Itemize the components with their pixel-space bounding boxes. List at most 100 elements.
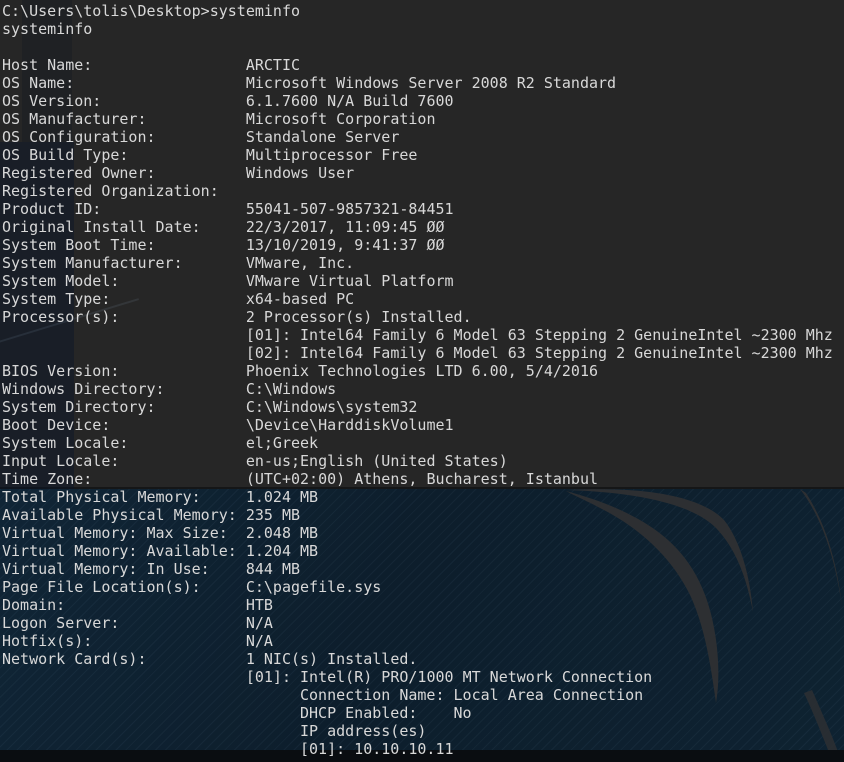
field-value: N/A: [245, 632, 273, 650]
field-label: Input Locale:: [2, 452, 120, 470]
field-label: System Locale:: [2, 434, 129, 452]
field-value: 22/3/2017, 11:09:45 ØØ: [245, 218, 445, 236]
field-value: 844 MB: [245, 560, 301, 578]
field-value: N/A: [245, 614, 273, 632]
field-label: System Model:: [2, 272, 120, 290]
field-value: Windows User: [245, 164, 355, 182]
field-label: System Manufacturer:: [2, 254, 183, 272]
field-label: Virtual Memory: Max Size:: [2, 524, 228, 542]
terminal-screen[interactable]: C:\Users\tolis\Desktop>systeminfo system…: [0, 0, 844, 762]
terminal-line: Virtual Memory: Max Size: 2.048 MB: [2, 524, 844, 542]
terminal-line: [01]: Intel64 Family 6 Model 63 Stepping…: [2, 326, 844, 344]
field-label: System Directory:: [2, 398, 156, 416]
field-label: OS Configuration:: [2, 128, 156, 146]
field-value: 1 NIC(s) Installed.: [245, 650, 418, 668]
field-label: OS Manufacturer:: [2, 110, 147, 128]
terminal-line: System Model: VMware Virtual Platform: [2, 272, 844, 290]
field-label: Registered Organization:: [2, 182, 219, 200]
terminal-line: Processor(s): 2 Processor(s) Installed.: [2, 308, 844, 326]
field-value: \Device\HarddiskVolume1: [245, 416, 454, 434]
terminal-line: Hotfix(s): N/A: [2, 632, 844, 650]
terminal-line: [01]: 10.10.10.11: [2, 740, 844, 758]
nic-detail: Connection Name: Local Area Connection: [300, 686, 644, 704]
field-value: VMware Virtual Platform: [245, 272, 454, 290]
terminal-line: Domain: HTB: [2, 596, 844, 614]
nic-detail: DHCP Enabled: No: [300, 704, 472, 722]
field-label: BIOS Version:: [2, 362, 120, 380]
terminal-line: System Manufacturer: VMware, Inc.: [2, 254, 844, 272]
field-value: Standalone Server: [245, 128, 400, 146]
command-echo-text: systeminfo: [2, 20, 93, 38]
field-label: Original Install Date:: [2, 218, 201, 236]
field-label: Windows Directory:: [2, 380, 165, 398]
terminal-line: [01]: Intel(R) PRO/1000 MT Network Conne…: [2, 668, 844, 686]
field-label: OS Version:: [2, 92, 102, 110]
field-value: Multiprocessor Free: [245, 146, 418, 164]
field-label: System Boot Time:: [2, 236, 156, 254]
field-value: C:\Windows: [245, 380, 337, 398]
field-value: 2.048 MB: [245, 524, 319, 542]
terminal-line: Virtual Memory: Available: 1.204 MB: [2, 542, 844, 560]
field-label: Host Name:: [2, 56, 93, 74]
terminal-line: OS Name: Microsoft Windows Server 2008 R2…: [2, 74, 844, 92]
field-label: OS Build Type:: [2, 146, 129, 164]
nic-entry: [01]: Intel(R) PRO/1000 MT Network Conne…: [245, 668, 653, 686]
terminal-line: systeminfo: [2, 20, 844, 38]
field-label: Virtual Memory: Available:: [2, 542, 237, 560]
terminal-line: C:\Users\tolis\Desktop>systeminfo: [2, 2, 844, 20]
field-label: Available Physical Memory:: [2, 506, 237, 524]
field-label: Boot Device:: [2, 416, 111, 434]
terminal-line: Virtual Memory: In Use: 844 MB: [2, 560, 844, 578]
field-label: Registered Owner:: [2, 164, 156, 182]
field-value: en-us;English (United States): [245, 452, 508, 470]
field-value: HTB: [245, 596, 273, 614]
nic-detail: [01]: 10.10.10.11: [300, 740, 454, 758]
terminal-line: Input Locale: en-us;English (United State…: [2, 452, 844, 470]
terminal-line: Connection Name: Local Area Connection: [2, 686, 844, 704]
terminal-line: Host Name: ARCTIC: [2, 56, 844, 74]
field-value: Microsoft Corporation: [245, 110, 436, 128]
terminal-line: BIOS Version: Phoenix Technologies LTD 6.…: [2, 362, 844, 380]
terminal-line: System Locale: el;Greek: [2, 434, 844, 452]
terminal-line: Windows Directory: C:\Windows: [2, 380, 844, 398]
field-value: ARCTIC: [245, 56, 301, 74]
command-prompt-text: C:\Users\tolis\Desktop>systeminfo: [2, 2, 301, 20]
terminal-line: Page File Location(s): C:\pagefile.sys: [2, 578, 844, 596]
terminal-line: System Boot Time: 13/10/2019, 9:41:37 ØØ: [2, 236, 844, 254]
field-value: 235 MB: [245, 506, 301, 524]
field-label: OS Name:: [2, 74, 75, 92]
field-value: 13/10/2019, 9:41:37 ØØ: [245, 236, 445, 254]
field-label: Product ID:: [2, 200, 102, 218]
field-label: Total Physical Memory:: [2, 488, 201, 506]
field-value: Phoenix Technologies LTD 6.00, 5/4/2016: [245, 362, 599, 380]
terminal-line: OS Version: 6.1.7600 N/A Build 7600: [2, 92, 844, 110]
field-label: Page File Location(s):: [2, 578, 201, 596]
field-label: Hotfix(s):: [2, 632, 93, 650]
field-label: Network Card(s):: [2, 650, 147, 668]
field-value: C:\pagefile.sys: [245, 578, 382, 596]
field-value: VMware, Inc.: [245, 254, 355, 272]
field-label: Virtual Memory: In Use:: [2, 560, 210, 578]
terminal-line: System Type: x64-based PC: [2, 290, 844, 308]
terminal-line: Network Card(s): 1 NIC(s) Installed.: [2, 650, 844, 668]
terminal-line: OS Configuration: Standalone Server: [2, 128, 844, 146]
terminal-output: C:\Users\tolis\Desktop>systeminfo system…: [2, 2, 844, 758]
processor-entry: [02]: Intel64 Family 6 Model 63 Stepping…: [245, 344, 833, 362]
terminal-line: Logon Server: N/A: [2, 614, 844, 632]
field-value: 55041-507-9857321-84451: [245, 200, 454, 218]
terminal-line: IP address(es): [2, 722, 844, 740]
field-value: 2 Processor(s) Installed.: [245, 308, 472, 326]
field-value: x64-based PC: [245, 290, 355, 308]
processor-entry: [01]: Intel64 Family 6 Model 63 Stepping…: [245, 326, 833, 344]
terminal-line: Available Physical Memory: 235 MB: [2, 506, 844, 524]
field-value: 1.204 MB: [245, 542, 319, 560]
terminal-line: Boot Device: \Device\HarddiskVolume1: [2, 416, 844, 434]
terminal-line: Original Install Date: 22/3/2017, 11:09:4…: [2, 218, 844, 236]
field-label: System Type:: [2, 290, 111, 308]
terminal-line: Registered Organization:: [2, 182, 844, 200]
terminal-line: Registered Owner: Windows User: [2, 164, 844, 182]
terminal-line: OS Build Type: Multiprocessor Free: [2, 146, 844, 164]
field-value: 6.1.7600 N/A Build 7600: [245, 92, 454, 110]
field-value: Microsoft Windows Server 2008 R2 Standar…: [245, 74, 617, 92]
